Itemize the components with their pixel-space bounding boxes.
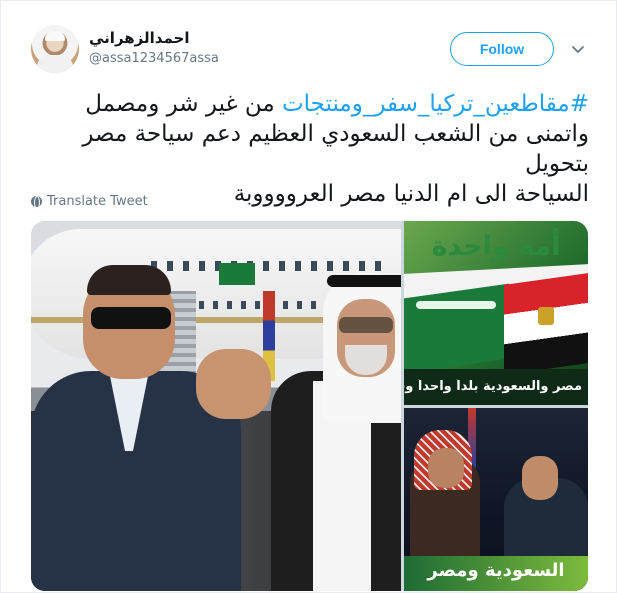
saudi-flag-script bbox=[416, 301, 496, 309]
media-grid: أمة واحدة مصر والسعودية بلداً واحداً وشع… bbox=[31, 221, 588, 591]
chevron-down-icon[interactable] bbox=[570, 41, 586, 57]
saudi-flag-on-plane bbox=[219, 263, 255, 285]
banner-text: السعودية ومصر bbox=[427, 560, 565, 581]
translate-label: Translate Tweet bbox=[47, 194, 148, 209]
translate-tweet-link[interactable]: Translate Tweet bbox=[31, 194, 148, 209]
user-handle-text: @assa1234567assa bbox=[89, 51, 219, 66]
follow-button[interactable]: Follow bbox=[450, 32, 554, 66]
photo-handshake[interactable] bbox=[31, 221, 401, 591]
photo-leaders-meeting[interactable]: السعودية ومصر bbox=[404, 408, 588, 591]
hashtag-link[interactable]: #مقاطعين_تركيا_سفر_ومنتجات bbox=[282, 91, 589, 117]
man-right-glasses bbox=[339, 317, 393, 333]
tweet-text: #مقاطعين_تركيا_سفر_ومنتجات من غير شر ومص… bbox=[29, 89, 589, 209]
user-display-name[interactable]: احمدالزهراني bbox=[89, 29, 209, 47]
tweet-card: احمدالزهراني @assa1234567assa Follow #مق… bbox=[0, 0, 617, 593]
avatar[interactable] bbox=[31, 25, 79, 73]
sunglasses bbox=[91, 307, 171, 329]
user-handle[interactable]: @assa1234567assa bbox=[89, 51, 219, 66]
unity-caption: مصر والسعودية بلداً واحداً وشعباً bbox=[404, 379, 582, 394]
saudi-flag bbox=[404, 283, 509, 374]
avatar-body bbox=[37, 55, 73, 73]
man-left-hair bbox=[87, 265, 171, 295]
clasped-hands bbox=[196, 349, 271, 419]
tweet-line-1: #مقاطعين_تركيا_سفر_ومنتجات من غير شر ومص… bbox=[29, 89, 589, 119]
avatar-headdress bbox=[45, 31, 65, 41]
tweet-line-1-rest: من غير شر ومصمل bbox=[85, 91, 282, 117]
eagle-emblem bbox=[538, 307, 554, 325]
airplane-windows bbox=[151, 261, 391, 271]
prince-face bbox=[428, 448, 464, 488]
globe-icon bbox=[31, 196, 42, 209]
man-right-agal bbox=[327, 275, 401, 287]
photo-flags-unity[interactable]: أمة واحدة مصر والسعودية بلداً واحداً وشع… bbox=[404, 221, 588, 405]
tweet-line-2: واتمنى من الشعب السعودي العظيم دعم سياحة… bbox=[82, 121, 589, 177]
president-face bbox=[522, 456, 558, 500]
unity-heading: أمة واحدة bbox=[431, 231, 561, 262]
